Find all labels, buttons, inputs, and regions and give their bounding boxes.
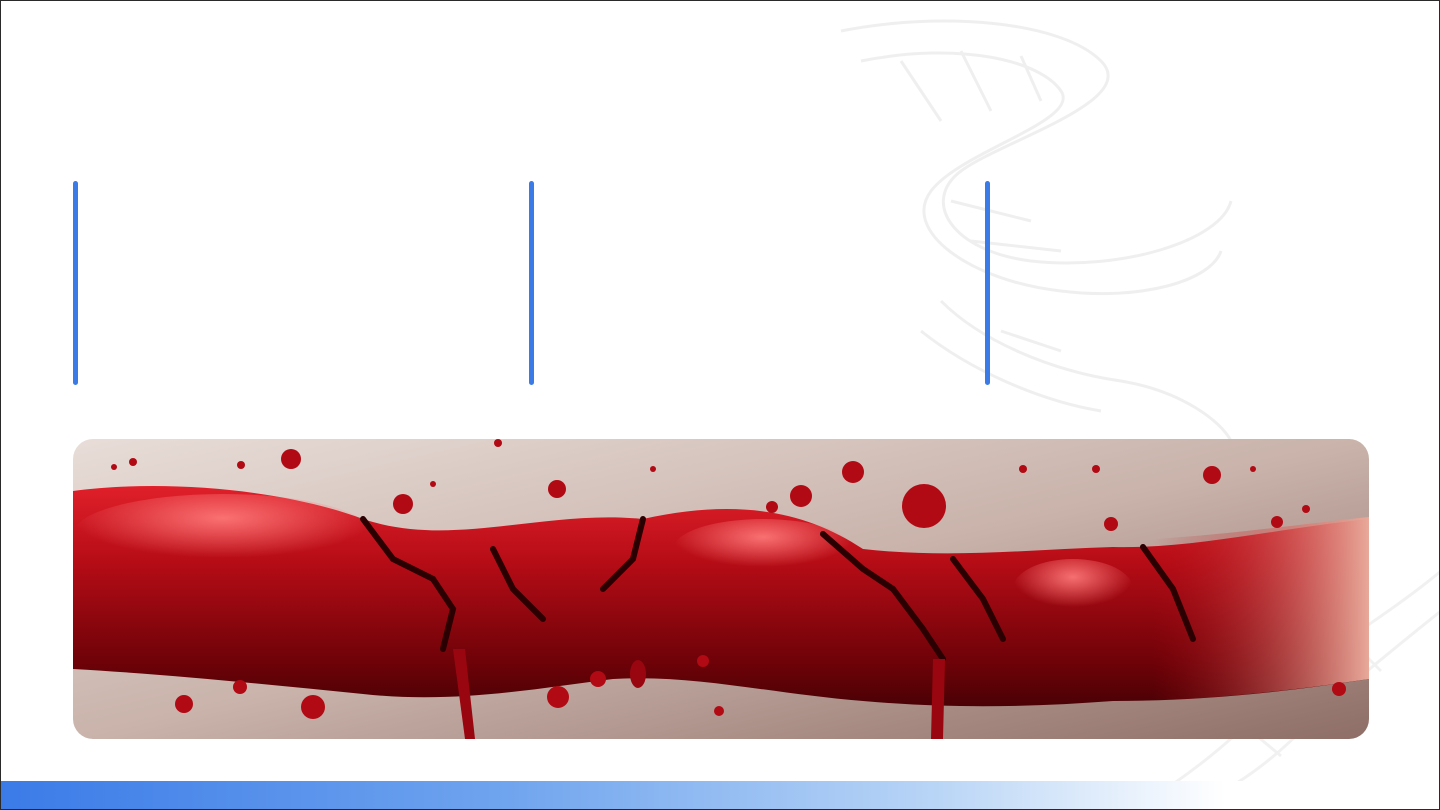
- hero-image-ruptured-vessel: [73, 439, 1369, 739]
- content-column-1: [73, 181, 473, 385]
- accent-bar: [985, 181, 990, 385]
- content-column-3: [985, 181, 1385, 385]
- footer-gradient-bar: [1, 781, 1439, 809]
- slide: [0, 0, 1440, 810]
- accent-bar: [529, 181, 534, 385]
- content-column-2: [529, 181, 929, 385]
- accent-bar: [73, 181, 78, 385]
